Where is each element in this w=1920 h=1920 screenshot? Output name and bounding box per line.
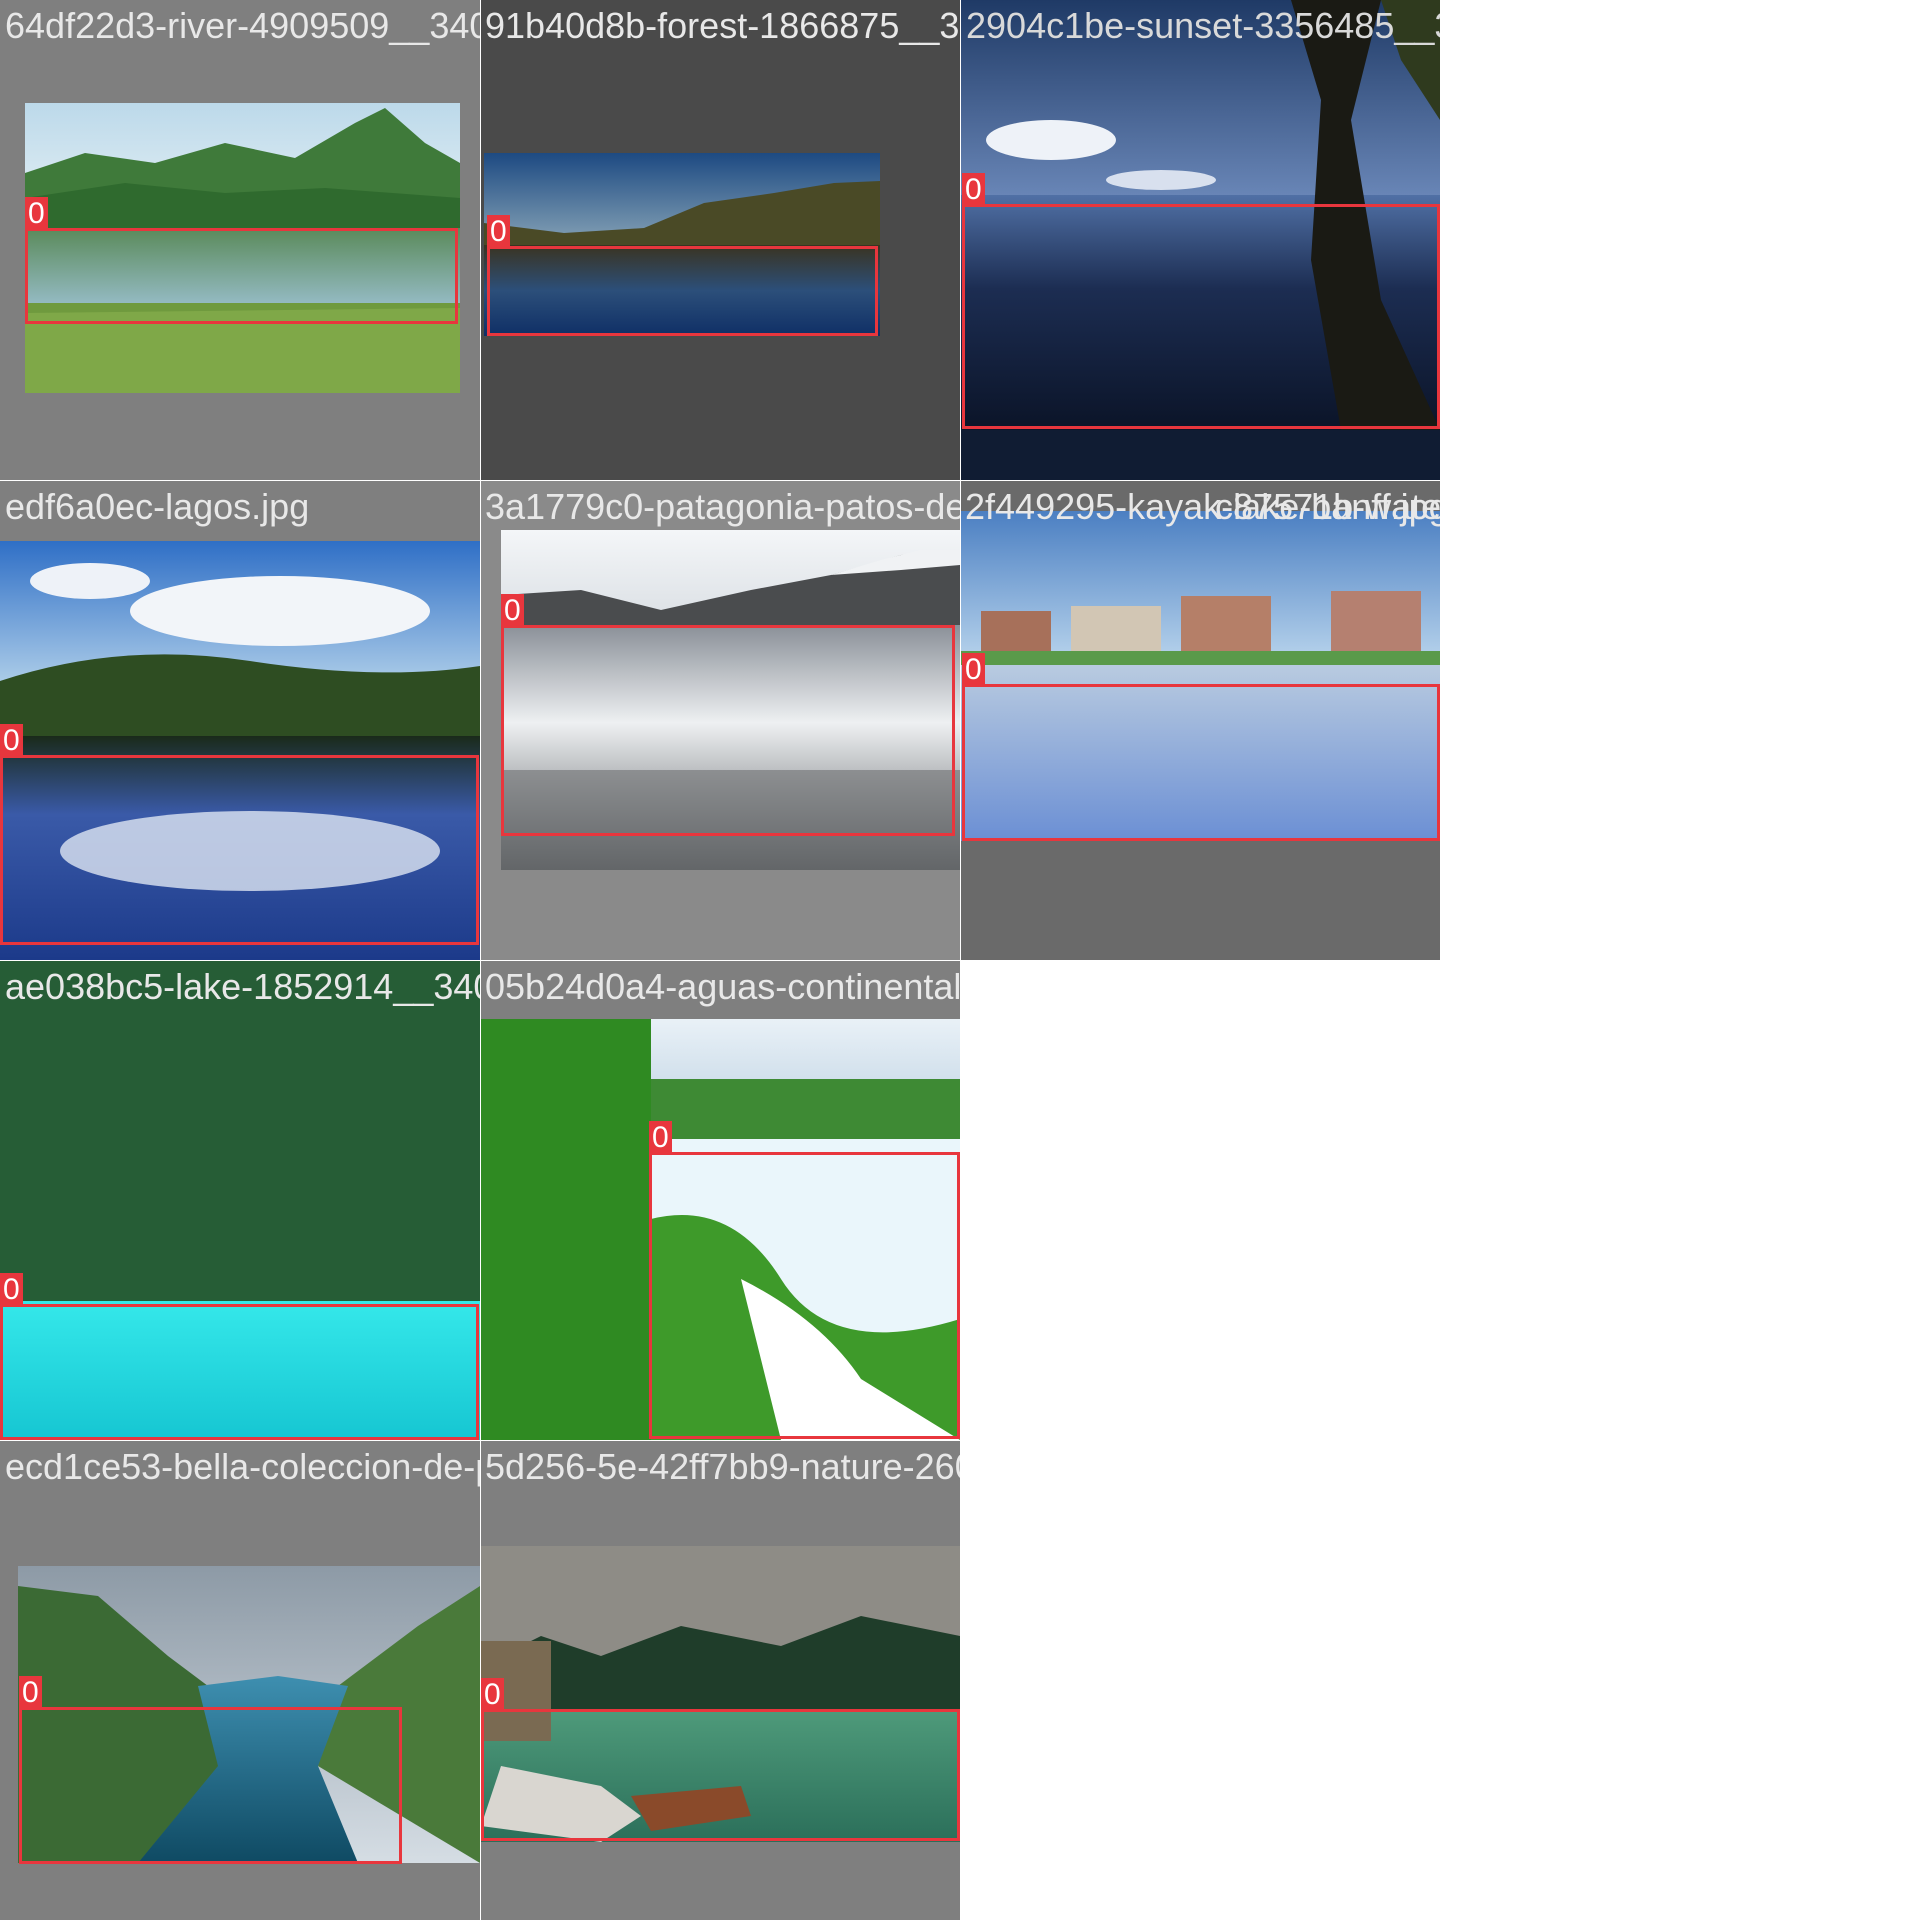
tile-filename: 5d256-5e-42ff7bb9-nature-2609850__340.jp… <box>485 1446 960 1487</box>
detection-box: 0 <box>962 653 1440 841</box>
mosaic-tile-3: 0 2904c1be-sunset-3356485__340.jpg <box>961 0 1440 480</box>
detection-box: 0 <box>0 724 479 945</box>
tile-filename: 3a1779c0-patagonia-patos-de-lago.jpg <box>485 486 960 527</box>
class-label: 0 <box>962 653 985 687</box>
detection-box: 0 <box>19 1676 402 1864</box>
mosaic-tile-5: 0 3a1779c0-patagonia-patos-de-lago.jpg <box>481 481 960 960</box>
class-label: 0 <box>501 594 524 628</box>
class-label: 0 <box>0 1273 23 1307</box>
mosaic-tile-7: 0 ae038bc5-lake-1852914__340.jpg <box>0 961 480 1440</box>
tile-filename: c87571b-water-3334482__340.jpg <box>1215 486 1440 527</box>
tile-filename: 05b24d0a4-aguas-continentales.jpg <box>485 966 960 1007</box>
class-label: 0 <box>0 724 23 758</box>
class-label: 0 <box>487 215 510 249</box>
class-label: 0 <box>481 1678 504 1712</box>
class-label: 0 <box>649 1121 672 1155</box>
detection-box: 0 <box>487 215 878 336</box>
tile-filename: 64df22d3-river-4909509__340.jpg <box>5 5 480 46</box>
mosaic-tile-2: 0 91b40d8b-forest-1866875__340.jpg <box>481 0 960 480</box>
mosaic-tile-9: 0 ecd1ce53-bella-coleccion-de-paisajes-h… <box>0 1441 480 1920</box>
detection-box: 0 <box>25 197 458 324</box>
mosaic-tile-1: 0 64df22d3-river-4909509__340.jpg <box>0 0 480 480</box>
class-label: 0 <box>25 197 48 231</box>
tile-filename: ecd1ce53-bella-coleccion-de-paisajes-her… <box>5 1446 480 1487</box>
mosaic-tile-8: 0 05b24d0a4-aguas-continentales.jpg <box>481 961 960 1440</box>
detection-box: 0 <box>501 594 955 836</box>
detection-box: 0 <box>649 1121 960 1439</box>
tile-filename: edf6a0ec-lagos.jpg <box>5 486 310 527</box>
mosaic-tile-4: 0 edf6a0ec-lagos.jpg <box>0 481 480 960</box>
mosaic-tile-10: 0 5d256-5e-42ff7bb9-nature-2609850__340.… <box>481 1441 960 1920</box>
detection-box: 0 <box>481 1678 960 1841</box>
mosaic-tile-6: 0 2f449295-kayak-lake-banff.jpg c87571b-… <box>961 481 1440 960</box>
class-label: 0 <box>19 1676 42 1710</box>
detection-box: 0 <box>962 173 1440 429</box>
detection-box: 0 <box>0 1273 479 1440</box>
class-label: 0 <box>962 173 985 207</box>
tile-filename: 2904c1be-sunset-3356485__340.jpg <box>966 5 1440 46</box>
tile-filename: 91b40d8b-forest-1866875__340.jpg <box>485 5 960 46</box>
tile-filename: ae038bc5-lake-1852914__340.jpg <box>5 966 480 1007</box>
